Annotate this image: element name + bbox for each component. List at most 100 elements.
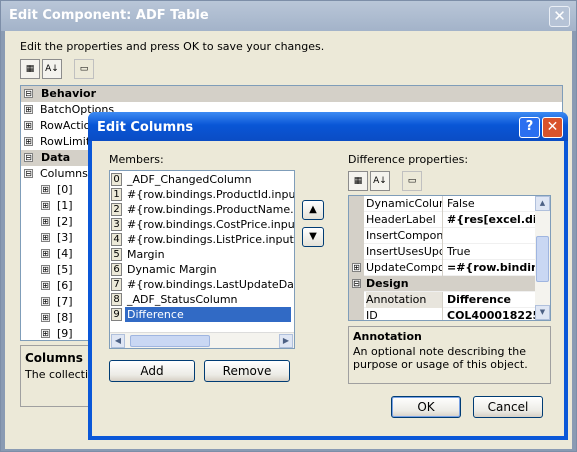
alphabetical-sort-icon[interactable]: A↓ (42, 59, 62, 79)
difference-property-grid[interactable]: DynamicColumn False HeaderLabel #{res[excel… (348, 195, 551, 321)
property-name: Annotation (366, 292, 443, 308)
property-row[interactable]: InsertUsesUpdate True (349, 244, 550, 260)
move-up-button[interactable]: ▲ (302, 200, 324, 220)
dialog-close-button[interactable]: ✕ (542, 117, 563, 138)
member-item[interactable]: 8 _ADF_StatusColumn (110, 292, 294, 307)
member-index: 8 (111, 293, 122, 306)
grid-row-label: [8] (57, 311, 73, 324)
grid-row-label: Columns (40, 167, 88, 180)
property-value[interactable]: =#{row.binding: (447, 260, 535, 275)
scroll-right-icon[interactable]: ▶ (279, 334, 293, 348)
scroll-thumb[interactable] (536, 236, 549, 282)
member-item[interactable]: 1 #{row.bindings.ProductId.inputValue} (110, 187, 294, 202)
property-category-row[interactable]: ⊟ Design (349, 276, 550, 292)
property-row[interactable]: HeaderLabel #{res[excel.diff (349, 212, 550, 228)
property-value[interactable]: COL400018225 (447, 308, 535, 320)
collapse-icon[interactable]: ⊟ (24, 89, 33, 98)
scroll-down-icon[interactable]: ▼ (535, 305, 550, 320)
member-index: 2 (111, 203, 122, 216)
collapse-icon[interactable]: ⊟ (352, 279, 361, 288)
property-value[interactable]: #{res[excel.diff (447, 212, 535, 227)
property-value[interactable]: False (447, 196, 535, 211)
member-label: #{row.bindings.CostPrice.inputValue} (127, 218, 294, 231)
expand-icon[interactable]: ⊞ (41, 249, 50, 258)
cancel-button[interactable]: Cancel (473, 396, 543, 418)
member-index: 1 (111, 188, 122, 201)
expand-icon[interactable]: ⊞ (24, 121, 33, 130)
property-value[interactable]: True (447, 244, 535, 259)
row-gutter (349, 196, 364, 212)
member-label: _ADF_StatusColumn (127, 293, 238, 306)
members-list[interactable]: 0 _ADF_ChangedColumn 1 #{row.bindings.Produ… (109, 170, 295, 349)
outer-description-title: Columns (25, 351, 83, 365)
property-row[interactable]: ⊞ UpdateComponent =#{row.binding: (349, 260, 550, 276)
expand-icon[interactable]: ⊞ (41, 233, 50, 242)
add-button[interactable]: Add (109, 360, 195, 382)
property-name: HeaderLabel (366, 212, 443, 228)
scroll-up-icon[interactable]: ▲ (535, 196, 550, 211)
property-pages-icon[interactable]: ▭ (402, 171, 422, 191)
member-label: _ADF_ChangedColumn (127, 173, 252, 186)
member-item[interactable]: 7 #{row.bindings.LastUpdateDate.inputValu… (110, 277, 294, 292)
property-value[interactable]: Difference (447, 292, 535, 307)
expand-icon[interactable]: ⊞ (24, 137, 33, 146)
collapse-icon[interactable]: ⊟ (24, 153, 33, 162)
property-name: Design (366, 277, 409, 290)
property-row[interactable]: InsertComponent (349, 228, 550, 244)
row-gutter (349, 212, 364, 228)
member-item[interactable]: 4 #{row.bindings.ListPrice.inputValue} (110, 232, 294, 247)
scroll-left-icon[interactable]: ◀ (111, 334, 125, 348)
member-item[interactable]: 6 Dynamic Margin (110, 262, 294, 277)
expand-icon[interactable]: ⊞ (41, 329, 50, 338)
property-name: InsertComponent (366, 228, 443, 244)
outer-close-button[interactable]: ✕ (549, 6, 570, 27)
outer-titlebar[interactable]: Edit Component: ADF Table ✕ (1, 1, 576, 31)
expand-icon[interactable]: ⊞ (41, 185, 50, 194)
row-gutter (349, 244, 364, 260)
grid-category-row[interactable]: ⊟ Behavior (21, 86, 562, 102)
property-row[interactable]: ID COL400018225 (349, 308, 550, 320)
dialog-client-area: Members: Difference properties: 0 _ADF_Ch… (92, 141, 564, 436)
grid-row-label: [5] (57, 263, 73, 276)
property-pages-icon[interactable]: ▭ (74, 59, 94, 79)
member-index: 6 (111, 263, 122, 276)
scroll-thumb[interactable] (130, 335, 210, 347)
expand-icon[interactable]: ⊞ (24, 105, 33, 114)
member-item[interactable]: 9 Difference (110, 307, 294, 322)
dialog-titlebar[interactable]: Edit Columns ? ✕ (88, 112, 568, 141)
property-row[interactable]: DynamicColumn False (349, 196, 550, 212)
categorized-view-icon[interactable]: ▦ (348, 171, 368, 191)
member-label: #{row.bindings.LastUpdateDate.inputValue… (127, 278, 294, 291)
expand-icon[interactable]: ⊞ (41, 201, 50, 210)
members-horizontal-scrollbar[interactable]: ◀ ▶ (110, 332, 294, 348)
expand-icon[interactable]: ⊞ (41, 217, 50, 226)
remove-button[interactable]: Remove (204, 360, 290, 382)
collapse-icon[interactable]: ⊟ (24, 169, 33, 178)
expand-icon[interactable]: ⊞ (352, 263, 361, 272)
expand-icon[interactable]: ⊞ (41, 313, 50, 322)
member-index: 0 (111, 173, 122, 186)
member-label: #{row.bindings.ProductId.inputValue} (127, 188, 294, 201)
member-item[interactable]: 3 #{row.bindings.CostPrice.inputValue} (110, 217, 294, 232)
member-index: 3 (111, 218, 122, 231)
member-item[interactable]: 2 #{row.bindings.ProductName.inputValue} (110, 202, 294, 217)
expand-icon[interactable]: ⊞ (41, 281, 50, 290)
expand-icon[interactable]: ⊞ (41, 297, 50, 306)
alphabetical-sort-icon[interactable]: A↓ (370, 171, 390, 191)
member-index: 4 (111, 233, 122, 246)
grid-row-label: [0] (57, 183, 73, 196)
property-row[interactable]: Annotation Difference (349, 292, 550, 308)
help-button[interactable]: ? (519, 117, 540, 138)
move-down-button[interactable]: ▼ (302, 227, 324, 247)
expand-icon[interactable]: ⊞ (41, 265, 50, 274)
categorized-view-icon[interactable]: ▦ (20, 59, 40, 79)
property-description-panel: Annotation An optional note describing t… (348, 326, 551, 384)
property-name: InsertUsesUpdate (366, 244, 443, 260)
properties-vertical-scrollbar[interactable]: ▲ ▼ (535, 196, 550, 320)
member-item[interactable]: 0 _ADF_ChangedColumn (110, 172, 294, 187)
outer-window-title: Edit Component: ADF Table (9, 8, 209, 23)
member-label: Dynamic Margin (127, 263, 217, 276)
ok-button[interactable]: OK (391, 396, 461, 418)
member-item[interactable]: 5 Margin (110, 247, 294, 262)
row-gutter (349, 292, 364, 308)
